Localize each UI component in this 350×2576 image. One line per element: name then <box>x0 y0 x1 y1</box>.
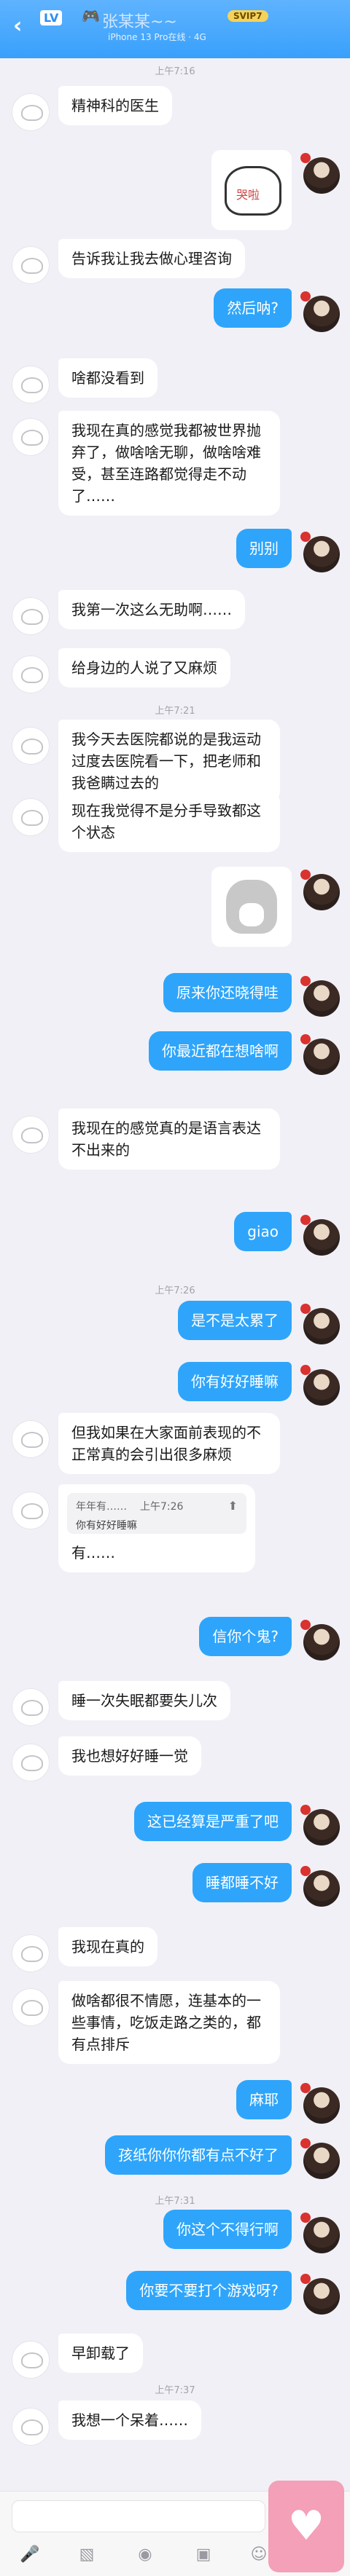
watermark-heart-icon: ♥ <box>268 2481 344 2572</box>
outgoing-message[interactable]: 是不是太累了 <box>178 1301 292 1340</box>
contact-name[interactable]: 张某某~~ <box>102 9 177 32</box>
quoted-message[interactable]: 年年有…… 上午7:26 ⬆ 你有好好睡嘛 <box>67 1493 246 1534</box>
contact-avatar[interactable] <box>12 366 50 403</box>
incoming-message[interactable]: 我也想好好睡一觉 <box>58 1736 201 1776</box>
outgoing-message[interactable]: 你这个不得行啊 <box>163 2210 292 2249</box>
quoted-time: 上午7:26 <box>140 1501 184 1513</box>
husky-dog-sticker[interactable] <box>211 867 292 947</box>
red-packet-icon[interactable]: ▣ <box>192 2545 214 2564</box>
contact-avatar[interactable] <box>12 1688 50 1726</box>
incoming-message[interactable]: 早卸载了 <box>58 2333 143 2373</box>
incoming-message[interactable]: 我今天去医院都说的是我运动过度去医院看一下，把老师和我爸瞒过去的 <box>58 720 280 803</box>
contact-avatar[interactable] <box>12 246 50 284</box>
my-avatar[interactable] <box>300 870 340 910</box>
timestamp: 上午7:16 <box>155 66 195 77</box>
contact-avatar[interactable] <box>12 1116 50 1154</box>
contact-avatar[interactable] <box>12 798 50 836</box>
my-avatar[interactable] <box>300 2138 340 2179</box>
my-avatar[interactable] <box>300 2083 340 2124</box>
my-avatar[interactable] <box>300 291 340 332</box>
quoted-sender: 年年有…… <box>76 1501 127 1513</box>
incoming-message[interactable]: 我第一次这么无助啊…… <box>58 590 245 629</box>
crying-cat-sticker[interactable] <box>211 150 292 230</box>
contact-avatar[interactable] <box>12 93 50 131</box>
incoming-message[interactable]: 我现在真的感觉我都被世界抛弃了，做啥啥无聊，做啥啥难受，甚至连路都觉得走不动了…… <box>58 411 280 516</box>
quoted-text: 你有好好睡嘛 <box>76 1520 137 1532</box>
image-icon[interactable]: ▧ <box>76 2545 98 2564</box>
back-icon[interactable]: ‹ <box>13 13 22 39</box>
jump-to-quote-icon[interactable]: ⬆ <box>228 1499 238 1513</box>
my-avatar[interactable] <box>300 2274 340 2315</box>
outgoing-message[interactable]: 别别 <box>236 529 292 568</box>
my-avatar[interactable] <box>300 153 340 194</box>
outgoing-message[interactable]: 然后呐? <box>214 288 292 328</box>
my-avatar[interactable] <box>300 2213 340 2253</box>
contact-avatar[interactable] <box>12 597 50 635</box>
my-avatar[interactable] <box>300 976 340 1017</box>
incoming-message[interactable]: 给身边的人说了又麻烦 <box>58 648 230 688</box>
my-avatar[interactable] <box>300 1365 340 1406</box>
my-avatar[interactable] <box>300 1215 340 1256</box>
my-avatar[interactable] <box>300 1866 340 1907</box>
outgoing-message[interactable]: 你最近都在想啥啊 <box>149 1031 292 1071</box>
incoming-message[interactable]: 啥都没看到 <box>58 358 158 398</box>
incoming-message[interactable]: 我现在的感觉真的是语言表达不出来的 <box>58 1108 280 1170</box>
incoming-message[interactable]: 告诉我让我去做心理咨询 <box>58 239 245 278</box>
contact-avatar[interactable] <box>12 418 50 456</box>
incoming-message[interactable]: 我现在真的 <box>58 1927 158 1966</box>
contact-avatar[interactable] <box>12 1744 50 1781</box>
contact-avatar[interactable] <box>12 1988 50 2026</box>
outgoing-message[interactable]: 孩纸你你你都有点不好了 <box>105 2135 292 2175</box>
incoming-message[interactable]: 精神科的医生 <box>58 86 172 125</box>
voice-icon[interactable]: 🎤 <box>19 2545 41 2564</box>
online-status: iPhone 13 Pro在线 · 4G <box>108 32 206 42</box>
quote-reply-bubble[interactable]: 年年有…… 上午7:26 ⬆ 你有好好睡嘛有…… <box>58 1484 255 1572</box>
emoji-icon[interactable]: ☺ <box>248 2545 270 2564</box>
incoming-message[interactable]: 现在我觉得不是分手导致都这个状态 <box>58 791 280 852</box>
contact-avatar[interactable] <box>12 2341 50 2379</box>
contact-avatar[interactable] <box>12 655 50 693</box>
contact-avatar[interactable] <box>12 1934 50 1972</box>
message-input[interactable] <box>12 2500 265 2532</box>
vip-badge: SVIP7 <box>228 10 268 22</box>
outgoing-message[interactable]: 这已经算是严重了吧 <box>134 1802 292 1841</box>
contact-avatar[interactable] <box>12 2408 50 2446</box>
incoming-message[interactable]: 我想一个呆着…… <box>58 2400 201 2440</box>
timestamp: 上午7:26 <box>155 1285 195 1296</box>
my-avatar[interactable] <box>300 1805 340 1846</box>
my-avatar[interactable] <box>300 1620 340 1661</box>
my-avatar[interactable] <box>300 1304 340 1344</box>
incoming-message[interactable]: 睡一次失眠都要失儿次 <box>58 1681 230 1720</box>
incoming-message[interactable]: 但我如果在大家面前表现的不正常真的会引出很多麻烦 <box>58 1413 280 1474</box>
message-text: 有…… <box>71 1544 115 1561</box>
contact-avatar[interactable] <box>12 1420 50 1458</box>
chat-header: ‹ LV 🎮 张某某~~ SVIP7 iPhone 13 Pro在线 · 4G <box>0 0 350 58</box>
game-icon: 🎮 <box>82 7 100 25</box>
my-avatar[interactable] <box>300 532 340 572</box>
outgoing-message[interactable]: 信你个鬼? <box>199 1617 292 1656</box>
outgoing-message[interactable]: 你要不要打个游戏呀? <box>126 2271 292 2310</box>
outgoing-message[interactable]: 麻耶 <box>236 2080 292 2119</box>
my-avatar[interactable] <box>300 1034 340 1075</box>
outgoing-message[interactable]: giao <box>234 1212 292 1251</box>
camera-icon[interactable]: ◉ <box>134 2545 156 2564</box>
contact-avatar[interactable] <box>12 1492 50 1529</box>
outgoing-message[interactable]: 你有好好睡嘛 <box>178 1362 292 1401</box>
level-badge: LV <box>40 10 63 25</box>
outgoing-message[interactable]: 原来你还晓得哇 <box>163 973 292 1012</box>
outgoing-message[interactable]: 睡都睡不好 <box>192 1863 292 1902</box>
incoming-message[interactable]: 做啥都很不情愿，连基本的一些事情，吃饭走路之类的，都有点排斥 <box>58 1981 280 2064</box>
contact-avatar[interactable] <box>12 727 50 765</box>
